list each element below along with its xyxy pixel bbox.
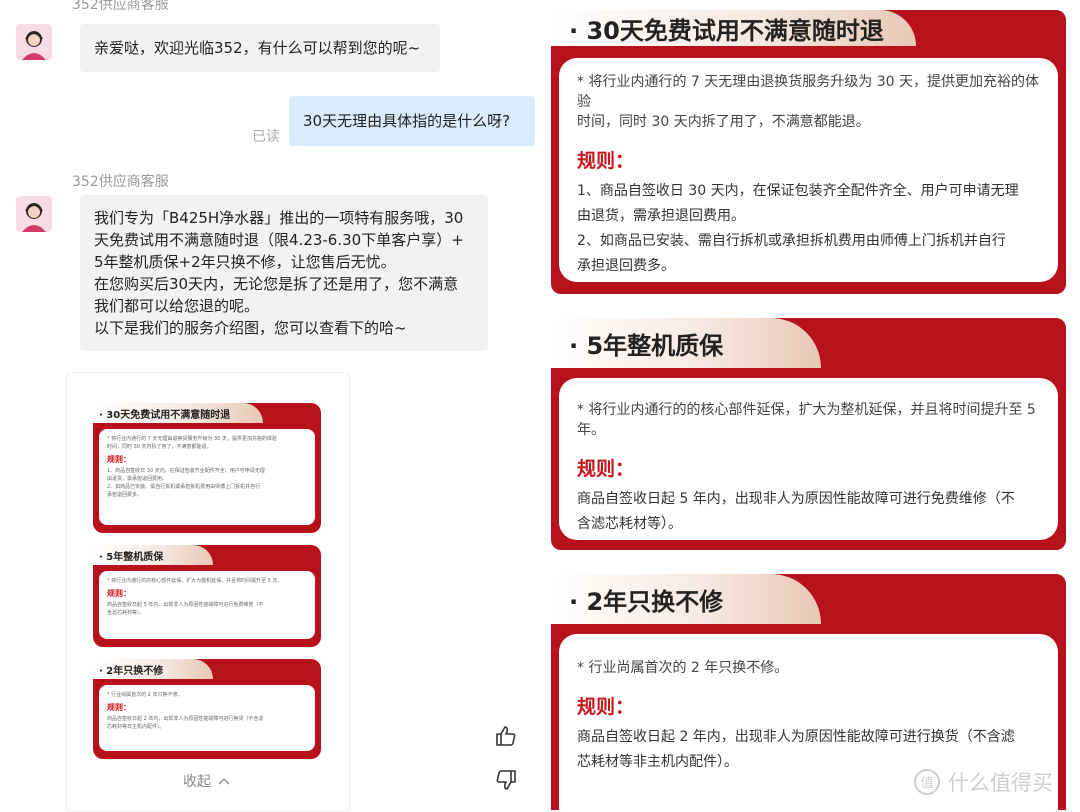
card-note: 时间，同时 30 天内拆了用了，不满意都能退。 xyxy=(577,114,870,130)
agent-reply-bubble: 我们专为「B425H净水器」推出的一项特有服务哦，30 天免费试用不满意随时退（… xyxy=(80,195,488,351)
sender-name: 352供应商客服 xyxy=(72,174,169,190)
rule-heading: 规则： xyxy=(577,696,635,718)
watermark-text: 什么值得买 xyxy=(948,771,1053,795)
collapse-button[interactable]: 收起 xyxy=(183,771,231,791)
mini-card: · 5年整机质保 * 将行业内通行的的核心部件延保，扩大为整机延保，并且将时间提… xyxy=(93,545,321,647)
mini-note: 时间，同时 30 天内拆了用了，不满意都能退。 xyxy=(107,444,212,450)
mini-rule: 商品自签收日起 5 年内，出现非人为原因性能故障可进行免费维修（不 xyxy=(107,602,264,608)
mini-card-title: · 5年整机质保 xyxy=(99,551,164,563)
reply-line: 在您购买后30天内，无论您是拆了还是用了，您不满意 xyxy=(94,275,459,293)
thumbs-down-icon[interactable] xyxy=(492,766,520,794)
sender-name-top: 352供应商客服 xyxy=(72,0,169,13)
mini-rule: 2、如商品已安装、需自行拆机或承担拆机费用由师傅上门拆机并自行 xyxy=(107,484,261,490)
rule-line: 商品自签收日起 2 年内，出现非人为原因性能故障可进行换货（不含滤 xyxy=(577,729,1015,745)
mini-note: * 将行业内通行的 7 天无理由退换货服务升级为 30 天，提供更加充裕的体验 xyxy=(107,436,277,442)
rule-line: 承担退回费多。 xyxy=(577,258,675,274)
read-status: 已读 xyxy=(252,129,280,145)
rule-line: 由退货，需承担退回费用。 xyxy=(577,208,745,224)
thumbs-up-icon[interactable] xyxy=(492,722,520,750)
agent-avatar-icon[interactable] xyxy=(16,24,52,60)
rule-heading: 规则： xyxy=(577,458,635,480)
service-card-30-day-return: · 30天免费试用不满意随时退 * 将行业内通行的 7 天无理由退换货服务升级为… xyxy=(551,10,1066,294)
collapse-label: 收起 xyxy=(183,774,211,790)
mini-rule: 芯耗材等非主机内配件）。 xyxy=(107,724,165,730)
svg-text:值: 值 xyxy=(920,775,933,791)
mini-card: · 2年只换不修 * 行业尚属首次的 2 年只换不修。 规则： 商品自签收日起 … xyxy=(93,659,321,759)
mini-rule: 1、商品自签收日 30 天内，在保证包装齐全配件齐全、用户可申请无理 xyxy=(107,468,265,474)
card-body: * 将行业内通行的 7 天无理由退换货服务升级为 30 天，提供更加充裕的体验 … xyxy=(559,58,1058,282)
mini-rule-heading: 规则： xyxy=(107,589,131,598)
mini-card: · 30天免费试用不满意随时退 * 将行业内通行的 7 天无理由退换货服务升级为… xyxy=(93,403,321,533)
preview-image: · 30天免费试用不满意随时退 * 将行业内通行的 7 天无理由退换货服务升级为… xyxy=(93,403,321,788)
card-note: * 将行业内通行的的核心部件延保，扩大为整机延保，并且将时间提升至 5 年。 xyxy=(577,402,1036,438)
mini-rule: 由退货，需承担退回费用。 xyxy=(107,476,168,482)
rule-line: 含滤芯耗材等）。 xyxy=(577,516,682,532)
card-body: * 将行业内通行的的核心部件延保，扩大为整机延保，并且将时间提升至 5 年。 规… xyxy=(559,378,1058,540)
mini-rule: 商品自签收日起 2 年内，出现非人为原因性能故障可进行换货（不含滤 xyxy=(107,716,264,722)
reply-line: 我们专为「B425H净水器」推出的一项特有服务哦，30 xyxy=(94,209,464,227)
card-note: * 将行业内通行的 7 天无理由退换货服务升级为 30 天，提供更加充裕的体验 xyxy=(577,74,1039,110)
mini-note: * 行业尚属首次的 2 年只换不修。 xyxy=(107,692,183,698)
user-question-bubble: 30天无理由具体指的是什么呀? xyxy=(289,96,535,146)
chevron-up-icon xyxy=(218,777,230,785)
card-tab: · 30天免费试用不满意随时退 xyxy=(551,10,916,46)
mini-rule-heading: 规则： xyxy=(107,703,131,712)
rule-line: 1、商品自签收日 30 天内，在保证包装齐全配件齐全、用户可申请无理 xyxy=(577,183,1019,199)
card-title: · 5年整机质保 xyxy=(569,331,724,360)
mini-card-title: · 30天免费试用不满意随时退 xyxy=(99,409,231,421)
reply-line: 5年整机质保+2年只换不修，让您售后无忧。 xyxy=(94,253,396,271)
mini-rule-heading: 规则： xyxy=(107,455,131,464)
reply-line: 我们都可以给您退的呢。 xyxy=(94,297,260,315)
mini-note: * 将行业内通行的的核心部件延保，扩大为整机延保，并且将时间提升至 5 年。 xyxy=(107,578,283,584)
smzdm-logo-icon: 值 xyxy=(914,769,940,795)
card-tab: · 5年整机质保 xyxy=(551,318,821,368)
greeting-bubble: 亲爱哒，欢迎光临352，有什么可以帮到您的呢~ xyxy=(80,24,440,72)
mini-rule: 含滤芯耗材等）。 xyxy=(107,610,145,616)
card-note: * 行业尚属首次的 2 年只换不修。 xyxy=(577,660,789,676)
rule-line: 2、如商品已安装、需自行拆机或承担拆机费用由师傅上门拆机并自行 xyxy=(577,233,1006,249)
card-tab: · 2年只换不修 xyxy=(551,574,821,624)
agent-avatar-icon[interactable] xyxy=(16,196,52,232)
mini-card-title: · 2年只换不修 xyxy=(99,665,164,677)
reply-line: 天免费试用不满意随时退（限4.23-6.30下单客户享）+ xyxy=(94,231,464,249)
card-title: · 30天免费试用不满意随时退 xyxy=(569,16,884,45)
watermark: 值 什么值得买 xyxy=(912,767,1053,797)
service-image-preview[interactable]: · 30天免费试用不满意随时退 * 将行业内通行的 7 天无理由退换货服务升级为… xyxy=(66,372,350,812)
rule-heading: 规则： xyxy=(577,150,635,172)
service-card-5-year-warranty: · 5年整机质保 * 将行业内通行的的核心部件延保，扩大为整机延保，并且将时间提… xyxy=(551,318,1066,550)
rule-line: 商品自签收日起 5 年内，出现非人为原因性能故障可进行免费维修（不 xyxy=(577,491,1015,507)
card-title: · 2年只换不修 xyxy=(569,587,724,616)
reply-line: 以下是我们的服务介绍图，您可以查看下的哈~ xyxy=(94,319,407,337)
mini-rule: 承担退回费多。 xyxy=(107,492,143,498)
